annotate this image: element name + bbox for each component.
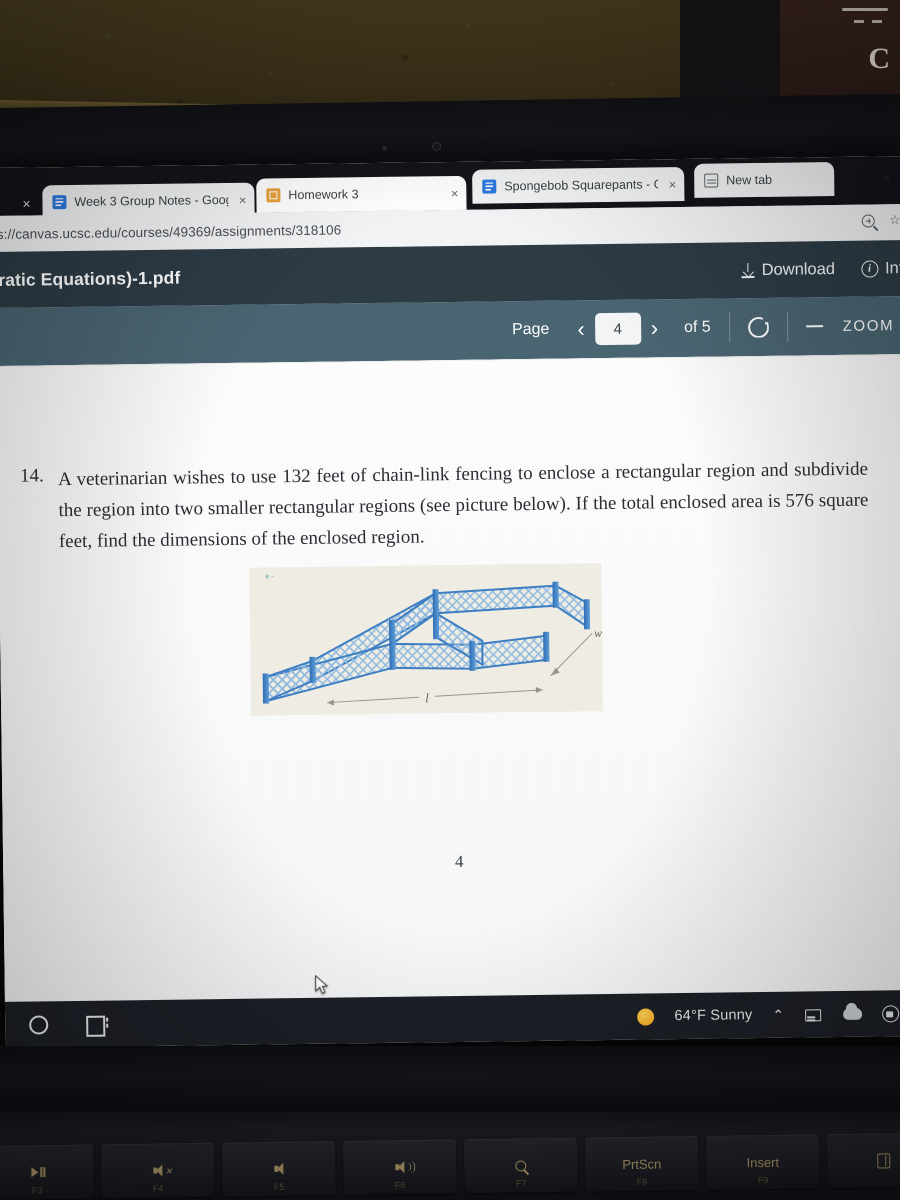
svg-text:l: l (425, 690, 429, 705)
taskbar-left-group (5, 1014, 108, 1035)
download-button[interactable]: Download (741, 259, 836, 280)
rotate-icon[interactable] (748, 316, 769, 337)
volume-mute-icon: ✕ (153, 1165, 173, 1176)
key-search[interactable]: F7 (463, 1137, 578, 1194)
webcam-led-icon (382, 146, 387, 151)
tab-close-icon[interactable]: × (239, 192, 247, 207)
key-fn-label: F7 (515, 1178, 527, 1189)
tab-close-icon[interactable]: × (451, 185, 459, 200)
task-view-icon[interactable] (86, 1015, 108, 1032)
tab-new-tab[interactable]: New tab (694, 162, 835, 198)
window-close-button[interactable]: × (882, 170, 890, 186)
tab-spongebob-squarepants[interactable]: Spongebob Squarepants - G × (472, 166, 685, 204)
page-number-input[interactable]: 4 (594, 312, 641, 346)
wall-dash-small-left (854, 20, 864, 23)
tab-label: New tab (726, 172, 773, 188)
problem-number: 14. (19, 465, 44, 487)
display-icon (877, 1152, 891, 1168)
key-volume-down[interactable]: F5 (221, 1141, 336, 1197)
camera-privacy-icon[interactable] (882, 1004, 900, 1022)
key-fn-label: F9 (757, 1174, 769, 1186)
zoom-label[interactable]: ZOOM (843, 317, 895, 335)
laptop-screen: × Week 3 Group Notes - Googl × Homework … (0, 156, 900, 1048)
problem-block: 14. A veterinarian wishes to use 132 fee… (20, 455, 869, 558)
page-total-label: of 5 (683, 318, 711, 336)
svg-text:w: w (594, 626, 602, 640)
google-docs-icon (52, 195, 67, 210)
chain-link-fence-diagram: e - l w (249, 563, 604, 716)
tab-close-icon[interactable]: × (669, 177, 677, 192)
info-label: Inf (884, 258, 900, 277)
wall-dash-small-right (872, 20, 882, 23)
key-display[interactable] (826, 1132, 900, 1189)
page-title: dratic Equations)-1.pdf (0, 267, 181, 290)
key-fn-label: F5 (273, 1181, 285, 1192)
wall-letter: C (868, 42, 890, 75)
key-play-pause[interactable]: F3 (0, 1144, 94, 1200)
toolbar-divider (728, 312, 730, 343)
key-prtscn[interactable]: PrtScn F8 (584, 1135, 699, 1192)
chevron-up-icon[interactable]: ⌃ (772, 1006, 784, 1023)
mouse-cursor (315, 974, 329, 995)
figure-note: e - (265, 573, 274, 581)
key-fn-label: F6 (394, 1180, 406, 1191)
key-fn-label: F4 (152, 1183, 164, 1194)
next-page-button[interactable]: › (641, 315, 669, 341)
google-docs-icon (482, 179, 497, 194)
key-insert[interactable]: Insert F9 (705, 1134, 820, 1190)
zoom-in-icon[interactable] (862, 213, 879, 231)
wall-shadow-panel (680, 0, 780, 110)
search-icon (515, 1159, 527, 1172)
address-bar-actions: ☆ (862, 212, 900, 231)
wall-object: C (780, 0, 900, 100)
wall-dash-line (842, 8, 888, 11)
play-pause-icon (31, 1167, 43, 1178)
webcam-icon (432, 142, 441, 151)
laptop-photo-scene: C × Week 3 Group Notes - Googl × Homewor… (0, 0, 900, 1200)
pdf-page-area: 14. A veterinarian wishes to use 132 fee… (0, 354, 900, 1006)
url-text: s://canvas.ucsc.edu/courses/49369/assign… (0, 221, 342, 242)
laptop-hinge-area (0, 1046, 900, 1118)
info-button[interactable]: i Inf (860, 258, 900, 279)
previous-page-button[interactable]: ‹ (567, 316, 595, 342)
tab-homework-3[interactable]: Homework 3 × (256, 175, 467, 213)
page-label: Page (511, 320, 550, 339)
taskbar-system-tray: 64°F Sunny ⌃ (637, 1004, 900, 1026)
weather-status[interactable]: 64°F Sunny (674, 1007, 752, 1024)
zoom-out-button[interactable] (805, 324, 823, 328)
star-icon[interactable]: ☆ (889, 212, 900, 228)
new-tab-icon (704, 173, 719, 188)
tab-label: Week 3 Group Notes - Googl (74, 192, 229, 209)
key-label: PrtScn (622, 1155, 662, 1172)
network-icon[interactable] (804, 1007, 823, 1021)
volume-down-icon (274, 1164, 284, 1174)
cloud-icon[interactable] (843, 1007, 863, 1020)
download-icon (741, 263, 755, 278)
problem-text: A veterinarian wishes to use 132 feet of… (57, 458, 869, 552)
toolbar-divider (786, 311, 788, 342)
tab-close-leading[interactable]: × (22, 196, 30, 212)
download-label: Download (761, 259, 836, 279)
key-fn-label: F3 (31, 1185, 43, 1196)
key-volume-up[interactable]: F6 (342, 1139, 457, 1195)
tab-label: Homework 3 (288, 187, 359, 203)
key-fn-label: F8 (636, 1176, 648, 1187)
key-label: Insert (746, 1154, 780, 1170)
fence-svg: l w (262, 581, 602, 706)
document-header-actions: Download i Inf (741, 240, 900, 298)
tab-label: Spongebob Squarepants - G (504, 177, 659, 194)
key-volume-mute[interactable]: ✕ F4 (100, 1142, 215, 1199)
canvas-icon (266, 188, 281, 203)
info-icon: i (860, 259, 879, 278)
cortana-circle-icon[interactable] (29, 1014, 49, 1035)
volume-up-icon (395, 1160, 415, 1173)
sun-icon (637, 1007, 655, 1026)
